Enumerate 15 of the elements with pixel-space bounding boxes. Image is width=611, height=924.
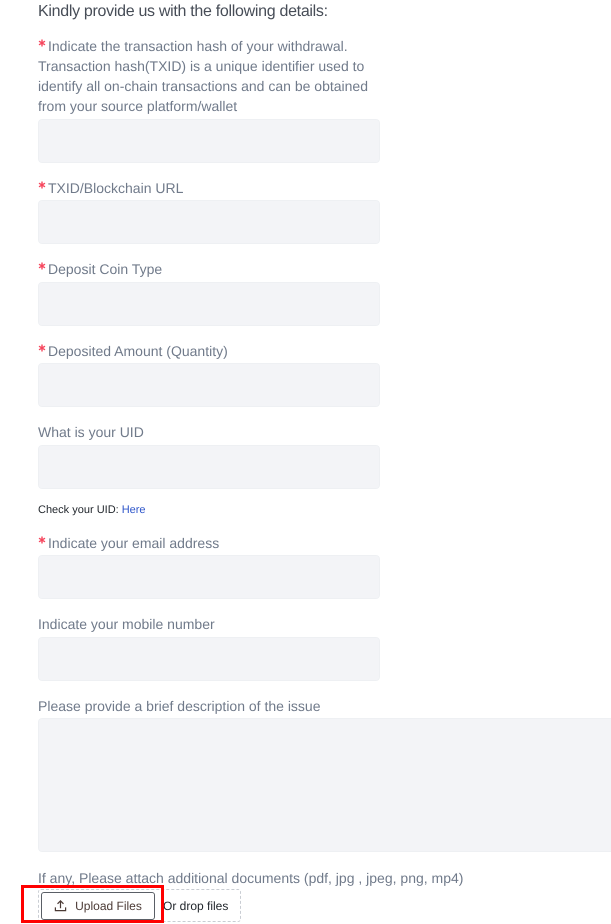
- field-label: Indicate the transaction hash of your withdrawal. Transaction hash(TXID) is a unique identifier used to identify all on-chain transactions and can be obtained from your source platform/wallet: [38, 38, 368, 114]
- drop-files-text: Or drop files: [163, 898, 228, 912]
- upload-icon: [54, 899, 68, 912]
- uid-hint-text: Check your UID:: [38, 502, 119, 518]
- field-label: TXID/Blockchain URL: [48, 180, 184, 196]
- field-label: Indicate your mobile number: [38, 616, 215, 632]
- field-label: What is your UID: [38, 424, 144, 440]
- attachment-label: If any, Please attach additional documents (pdf, jpg , jpeg, png, mp4): [38, 869, 464, 888]
- field-label: Indicate your email address: [48, 534, 220, 550]
- form-heading: Kindly provide us with the following details:: [38, 2, 329, 22]
- field-label: Deposit Coin Type: [48, 261, 162, 277]
- field-label: Deposited Amount (Quantity): [48, 342, 228, 358]
- uid-link[interactable]: Here: [122, 502, 146, 518]
- upload-files-button[interactable]: Upload Files: [41, 892, 155, 920]
- field-label: Please provide a brief description of the issue: [38, 698, 320, 714]
